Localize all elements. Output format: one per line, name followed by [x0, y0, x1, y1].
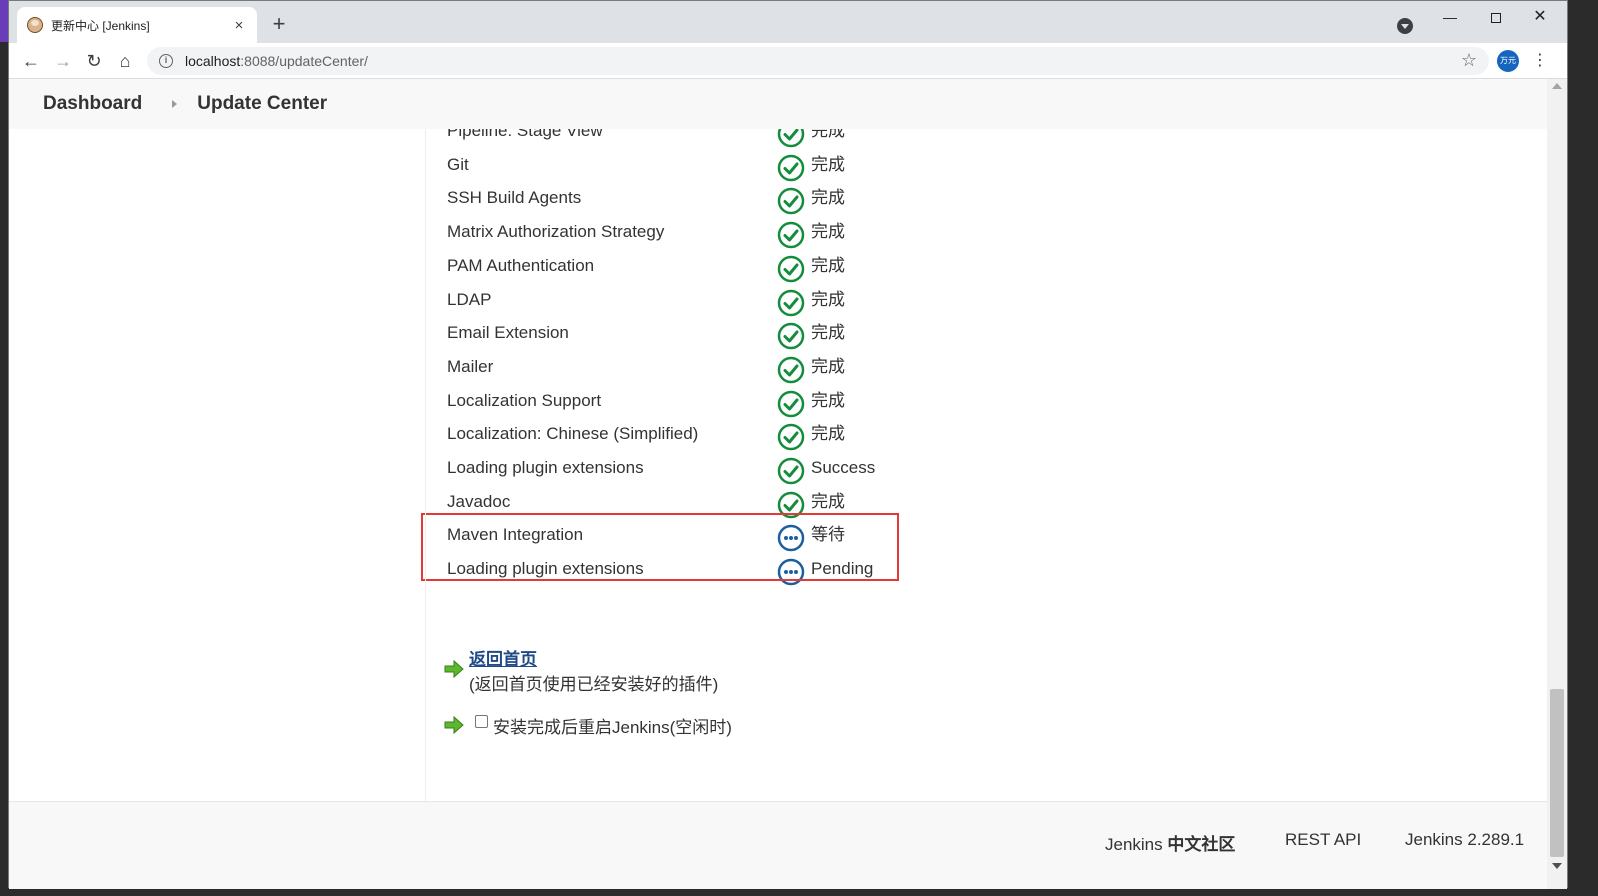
plugin-row: Localization Support 完成 [447, 387, 947, 421]
footer-community-link[interactable]: Jenkins 中文社区 [1105, 830, 1235, 855]
green-arrow-icon [444, 659, 464, 679]
page-scrollbar[interactable] [1547, 79, 1567, 889]
plugin-name: PAM Authentication [447, 255, 595, 275]
plugin-status: 完成 [811, 323, 845, 343]
plugin-name: Email Extension [447, 323, 569, 343]
highlight-annotation-box [421, 513, 899, 581]
background-desktop-bottom [0, 888, 1598, 896]
forward-arrow-icon[interactable]: → [51, 49, 75, 73]
jenkins-page: Pipeline: Stage View 完成 Git 完成 SSH Build Age… [9, 79, 1547, 889]
plugin-status: 完成 [811, 188, 845, 208]
footer-community-suffix: 中文社区 [1167, 835, 1236, 854]
site-info-icon[interactable]: i [159, 54, 173, 68]
page-footer: Jenkins 中文社区 REST API Jenkins 2.289.1 [9, 801, 1547, 889]
back-home-note: (返回首页使用已经安装好的插件) [469, 675, 719, 694]
browser-toolbar: ← → ↻ ⌂ i localhost :8088/updateCenter/ … [9, 43, 1567, 79]
breadcrumb-chevron-icon[interactable] [172, 100, 178, 108]
home-icon[interactable]: ⌂ [113, 49, 137, 73]
breadcrumb-update-center[interactable]: Update Center [197, 93, 327, 115]
bookmark-star-icon[interactable]: ☆ [1461, 50, 1477, 71]
success-check-icon [777, 457, 805, 485]
plugin-name: LDAP [447, 289, 492, 309]
plugin-status: 完成 [811, 289, 845, 309]
green-arrow-icon [444, 715, 464, 735]
plugin-name: Mailer [447, 356, 494, 376]
plugin-status: Success [811, 458, 876, 477]
plugin-status: 完成 [811, 154, 845, 174]
background-desktop-right [1568, 0, 1598, 896]
success-check-icon [777, 221, 805, 249]
window-maximize-button[interactable] [1473, 5, 1519, 29]
plugin-name: Loading plugin extensions [447, 458, 644, 477]
plugin-name: SSH Build Agents [447, 188, 582, 208]
plugin-status: 完成 [811, 424, 845, 444]
success-check-icon [777, 424, 805, 451]
success-check-icon [777, 289, 805, 316]
plugin-name: Matrix Authorization Strategy [447, 222, 665, 242]
plugin-status: 完成 [811, 222, 845, 242]
success-check-icon [777, 356, 805, 384]
plugin-row: LDAP 完成 [447, 286, 947, 320]
restart-checkbox[interactable] [475, 715, 488, 728]
back-arrow-icon[interactable]: ← [19, 49, 43, 73]
jenkins-favicon-icon [27, 17, 43, 33]
plugin-name: Localization Support [447, 390, 602, 410]
address-bar[interactable]: i localhost :8088/updateCenter/ ☆ [147, 47, 1489, 75]
plugin-row: Matrix Authorization Strategy 完成 [447, 218, 947, 252]
plugin-row: Loading plugin extensions Success [447, 454, 947, 488]
plugin-status: 完成 [811, 491, 845, 511]
plugin-row: SSH Build Agents 完成 [447, 184, 947, 218]
tab-jenkins-update-center[interactable]: 更新中心 [Jenkins] × [17, 7, 257, 43]
plugin-row: Mailer 完成 [447, 353, 947, 387]
plugin-row: Localization: Chinese (Simplified) 完成 [447, 420, 947, 454]
footer-rest-api-link[interactable]: REST API [1285, 830, 1361, 850]
success-check-icon [777, 188, 805, 215]
plugin-status: 完成 [811, 390, 845, 410]
browser-menu-icon[interactable]: ⋮ [1531, 49, 1549, 73]
plugin-row: Git 完成 [447, 151, 947, 185]
success-check-icon [777, 255, 805, 283]
scrollbar-thumb[interactable] [1550, 689, 1564, 857]
new-tab-button[interactable]: + [265, 11, 293, 39]
tab-title: 更新中心 [Jenkins] [51, 18, 150, 33]
window-minimize-button[interactable]: — [1427, 5, 1473, 29]
background-desktop-left [0, 0, 8, 896]
plugin-row: PAM Authentication 完成 [447, 252, 947, 286]
plugin-name: Javadoc [447, 491, 511, 511]
tab-strip: 更新中心 [Jenkins] × + — ✕ [9, 1, 1567, 43]
browser-window: 更新中心 [Jenkins] × + — ✕ ← → ↻ ⌂ i localho… [8, 0, 1568, 889]
plugin-name: Localization: Chinese (Simplified) [447, 424, 699, 444]
plugin-status: 完成 [811, 255, 845, 275]
back-home-link[interactable]: 返回首页 [469, 645, 537, 670]
plugin-row: Email Extension 完成 [447, 319, 947, 353]
success-check-icon [777, 154, 805, 181]
restart-checkbox-label[interactable]: 安装完成后重启Jenkins(空闲时) [493, 713, 732, 738]
plugin-name: Git [447, 154, 469, 174]
tab-search-icon[interactable] [1397, 18, 1413, 34]
success-check-icon [777, 322, 805, 350]
maximize-icon [1491, 13, 1501, 24]
breadcrumb-dashboard[interactable]: Dashboard [43, 93, 142, 115]
footer-community-prefix: Jenkins [1105, 835, 1168, 854]
tab-close-icon[interactable]: × [231, 17, 247, 34]
profile-avatar[interactable]: 万元 [1497, 50, 1519, 72]
success-check-icon [777, 390, 805, 417]
plugin-status: 完成 [811, 356, 845, 376]
footer-version-link[interactable]: Jenkins 2.289.1 [1405, 830, 1524, 850]
background-desktop-left-accent [0, 0, 8, 42]
url-path: :8088/updateCenter/ [240, 53, 368, 69]
scroll-up-arrow-icon[interactable] [1552, 83, 1562, 89]
window-close-button[interactable]: ✕ [1517, 5, 1563, 29]
scroll-down-arrow-icon[interactable] [1552, 863, 1562, 869]
url-host: localhost [185, 53, 241, 69]
reload-icon[interactable]: ↻ [82, 49, 106, 73]
breadcrumb: Dashboard Update Center [9, 79, 1547, 129]
sidebar-divider [425, 129, 426, 801]
